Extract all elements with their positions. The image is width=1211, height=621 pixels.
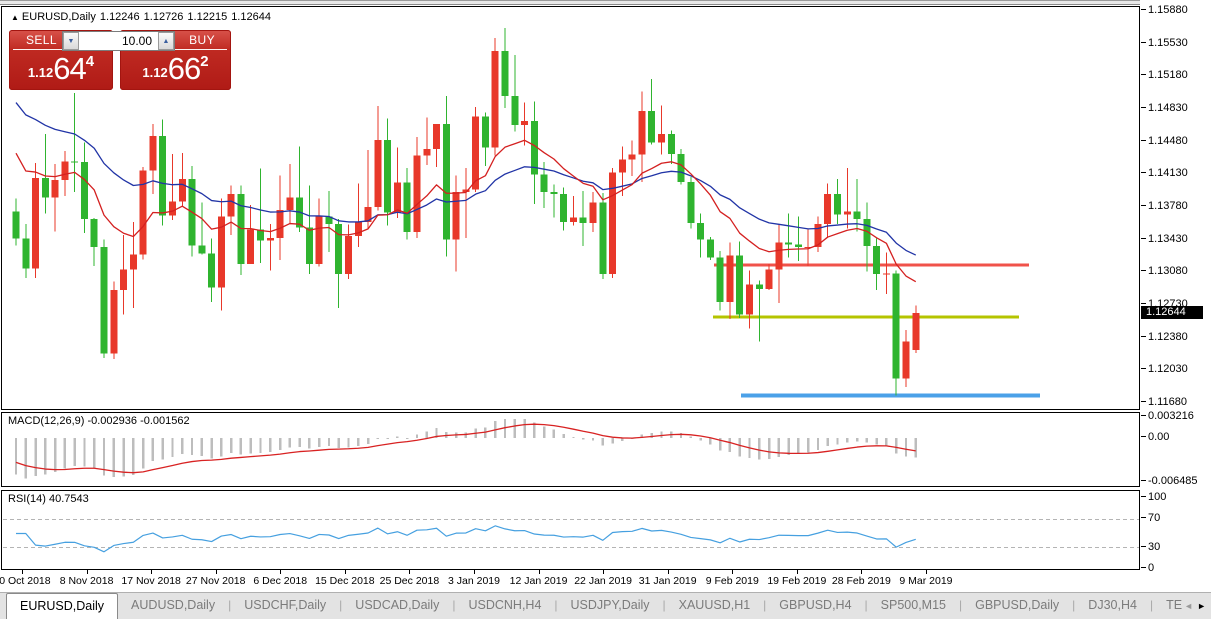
chart-tab-xauusd-h1[interactable]: XAUUSD,H1	[666, 593, 764, 619]
time-axis-label: 27 Nov 2018	[186, 575, 246, 587]
rsi-panel[interactable]: RSI(14) 40.7543	[1, 490, 1140, 570]
time-axis-tick	[603, 570, 604, 574]
price-axis-tick: 1.13080	[1148, 265, 1188, 277]
price-axis-tick: 1.14830	[1148, 102, 1188, 114]
price-axis-tick: 1.11680	[1148, 396, 1187, 408]
chart-tab-eurusd-daily[interactable]: EURUSD,Daily	[6, 593, 118, 619]
price-axis-tick: 1.14480	[1148, 135, 1188, 147]
sell-button[interactable]: SELL	[26, 33, 57, 47]
time-axis-tick	[216, 570, 217, 574]
ohlc-low: 1.12215	[187, 11, 227, 23]
price-axis-tick: 30	[1148, 541, 1160, 553]
time-axis-tick	[797, 570, 798, 574]
price-axis-tick: 1.15880	[1148, 4, 1188, 16]
time-axis-tick	[732, 570, 733, 574]
macd-panel[interactable]: MACD(12,26,9) -0.002936 -0.001562	[1, 412, 1140, 487]
rsi-chart	[2, 491, 1139, 569]
price-axis-tick: 100	[1148, 491, 1166, 503]
trading-terminal-window: ▲EURUSD,Daily1.122461.127261.122151.1264…	[0, 0, 1211, 621]
price-axis-tick: 1.12380	[1148, 331, 1188, 343]
time-axis-label: 3 Jan 2019	[448, 575, 500, 587]
chart-tab-audusd-daily[interactable]: AUDUSD,Daily	[118, 593, 228, 619]
chart-tab-tech100-h1[interactable]: TECH100,H1	[1153, 593, 1182, 619]
symbol-name: EURUSD,Daily	[22, 11, 96, 23]
chart-tab-usdchf-daily[interactable]: USDCHF,Daily	[231, 593, 339, 619]
main-chart-panel[interactable]: ▲EURUSD,Daily1.122461.127261.122151.1264…	[1, 6, 1140, 410]
volume-input[interactable]	[79, 32, 158, 50]
volume-decrease-button[interactable]: ▼	[63, 32, 79, 50]
price-axis-tick: 0	[1148, 562, 1154, 574]
time-axis-tick	[861, 570, 862, 574]
chart-tab-usdcnh-h4[interactable]: USDCNH,H4	[455, 593, 554, 619]
price-axis-tick: 1.14130	[1148, 167, 1188, 179]
ohlc-high: 1.12726	[144, 11, 184, 23]
rsi-label: RSI(14) 40.7543	[8, 493, 89, 505]
time-axis-tick	[151, 570, 152, 574]
time-axis-tick	[539, 570, 540, 574]
time-axis-tick	[926, 570, 927, 574]
price-axis-tick: 1.12030	[1148, 363, 1188, 375]
time-axis-label: 17 Nov 2018	[121, 575, 181, 587]
buy-button[interactable]: BUY	[189, 33, 215, 47]
buy-price: 1.12662	[120, 51, 231, 87]
tab-scroll-left-icon[interactable]: ◄	[1184, 593, 1193, 619]
price-axis[interactable]: 1.15880 1.15530 1.15180 1.14830 1.14480 1.141…	[1140, 0, 1211, 590]
price-axis-tick: 1.15180	[1148, 69, 1188, 81]
volume-spinner: ▼ ▲	[62, 31, 175, 51]
chart-tab-usdjpy-daily[interactable]: USDJPY,Daily	[558, 593, 663, 619]
chart-tab-bar: EURUSD,DailyAUDUSD,Daily|USDCHF,Daily|US…	[0, 592, 1211, 619]
time-axis-label: 9 Mar 2019	[899, 575, 952, 587]
time-axis-tick	[22, 570, 23, 574]
time-axis-label: 22 Jan 2019	[574, 575, 632, 587]
time-axis-label: 12 Jan 2019	[510, 575, 568, 587]
time-axis-label: 30 Oct 2018	[0, 575, 51, 587]
time-axis-label: 8 Nov 2018	[60, 575, 114, 587]
chart-tab-usdcad-daily[interactable]: USDCAD,Daily	[342, 593, 452, 619]
tab-scroll-right-icon[interactable]: ►	[1197, 593, 1206, 619]
ohlc-open: 1.12246	[100, 11, 140, 23]
chart-tab-sp500-m15[interactable]: SP500,M15	[868, 593, 959, 619]
symbol-info-line: ▲EURUSD,Daily 1.12246 1.127261.12215 1.1264…	[11, 11, 275, 23]
price-axis-tick: 70	[1148, 512, 1160, 524]
chart-tab-gbpusd-daily[interactable]: GBPUSD,Daily	[962, 593, 1072, 619]
chart-tab-gbpusd-h4[interactable]: GBPUSD,H4	[766, 593, 864, 619]
volume-increase-button[interactable]: ▲	[158, 32, 174, 50]
time-axis-tick	[668, 570, 669, 574]
time-axis-tick	[345, 570, 346, 574]
time-axis-tick	[474, 570, 475, 574]
price-axis-tick: 1.13780	[1148, 200, 1188, 212]
price-axis-tick: -0.006485	[1148, 475, 1198, 487]
symbol-collapse-icon[interactable]: ▲	[11, 13, 19, 22]
chart-tabs: EURUSD,DailyAUDUSD,Daily|USDCHF,Daily|US…	[0, 593, 1182, 619]
time-axis-label: 28 Feb 2019	[832, 575, 891, 587]
current-price-badge: 1.12644	[1141, 306, 1203, 319]
time-axis-label: 31 Jan 2019	[639, 575, 697, 587]
time-axis-label: 6 Dec 2018	[253, 575, 307, 587]
time-axis-tick	[409, 570, 410, 574]
time-axis[interactable]: 30 Oct 2018 8 Nov 2018 17 Nov 2018 27 Nov 2…	[0, 570, 1140, 592]
price-axis-tick: 0.003216	[1148, 410, 1194, 422]
time-axis-label: 25 Dec 2018	[380, 575, 440, 587]
time-axis-tick	[87, 570, 88, 574]
ohlc-close: 1.12644	[231, 11, 271, 23]
time-axis-tick	[280, 570, 281, 574]
price-axis-tick: 1.15530	[1148, 37, 1188, 49]
sell-price: 1.12644	[9, 51, 113, 87]
price-axis-tick: 0.00	[1148, 431, 1169, 443]
time-axis-label: 15 Dec 2018	[315, 575, 375, 587]
chart-tab-dj30-h4[interactable]: DJ30,H4	[1075, 593, 1150, 619]
time-axis-label: 19 Feb 2019	[767, 575, 826, 587]
one-click-trading-widget: SELL 1.12644 BUY 1.12662 ▼ ▲	[9, 30, 231, 90]
price-axis-tick: 1.13430	[1148, 233, 1188, 245]
time-axis-label: 9 Feb 2019	[706, 575, 759, 587]
macd-label: MACD(12,26,9) -0.002936 -0.001562	[8, 415, 190, 427]
